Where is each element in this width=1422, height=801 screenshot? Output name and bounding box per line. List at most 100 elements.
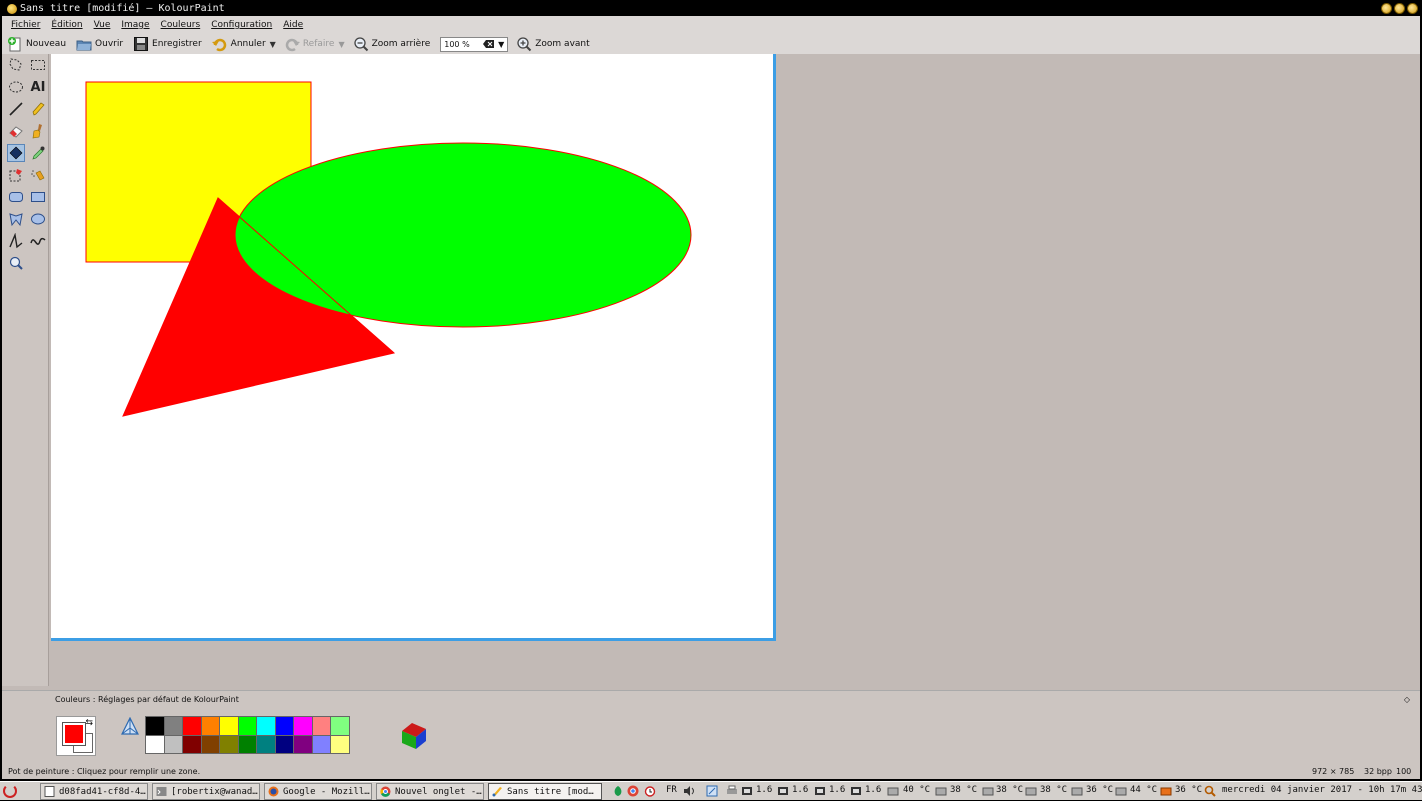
zoom-out-button[interactable]: Zoom arrière	[353, 35, 430, 53]
palette-swatch[interactable]	[146, 735, 165, 754]
maximize-icon[interactable]	[1394, 3, 1405, 14]
temperature: 38 °C	[950, 785, 978, 795]
task-item[interactable]: Nouvel onglet -…	[376, 783, 484, 800]
palette-swatch[interactable]	[275, 717, 294, 736]
palette-swatch[interactable]	[164, 735, 183, 754]
palette-swatch[interactable]	[294, 735, 313, 754]
menu-couleurs[interactable]: Couleurs	[161, 20, 201, 30]
zoom-in-icon	[517, 37, 532, 52]
brush-icon	[32, 124, 42, 139]
app-icon[interactable]	[7, 4, 17, 14]
ellipse-tool[interactable]	[29, 210, 47, 228]
panel-collapse-icon[interactable]: ◇	[1404, 695, 1410, 704]
palette-swatch[interactable]	[201, 717, 220, 736]
color-picker-tool[interactable]	[29, 144, 47, 162]
palette-swatch[interactable]	[312, 717, 331, 736]
start-menu-icon[interactable]	[3, 784, 17, 798]
keyboard-layout[interactable]: FR	[666, 785, 677, 795]
palette-swatch[interactable]	[164, 717, 183, 736]
rect-select-icon	[31, 60, 45, 70]
eraser-tool[interactable]	[7, 122, 25, 140]
save-button[interactable]: Enregistrer	[133, 35, 202, 53]
task-item[interactable]: Google - Mozill…	[264, 783, 372, 800]
firefox-icon	[268, 786, 279, 797]
clear-text-icon[interactable]	[483, 40, 495, 48]
color-eraser-tool[interactable]	[7, 166, 25, 184]
swap-colors-icon[interactable]: ⇆	[85, 718, 93, 728]
palette-swatch[interactable]	[257, 717, 276, 736]
title-bar[interactable]: Sans titre [modifié] – KolourPaint	[2, 2, 1420, 16]
printer-icon[interactable]	[726, 785, 738, 797]
curve-tool[interactable]	[29, 232, 47, 250]
redo-dropdown-icon[interactable]: ▼	[338, 40, 344, 49]
palette-swatch[interactable]	[183, 735, 202, 754]
temperature: 38 °C	[996, 785, 1024, 795]
cpu-load: 1.6	[829, 785, 846, 795]
menu-configuration[interactable]: Configuration	[211, 20, 272, 30]
palette-swatch[interactable]	[183, 717, 202, 736]
palette-swatch[interactable]	[312, 735, 331, 754]
zoom-tool[interactable]	[7, 254, 25, 272]
redo-button[interactable]: Refaire	[284, 35, 334, 53]
menu-aide[interactable]: Aide	[283, 20, 303, 30]
leaf-icon[interactable]	[612, 785, 624, 797]
zoom-out-icon	[353, 37, 368, 52]
zoom-dropdown-icon[interactable]: ▼	[498, 40, 504, 49]
rounded-rect-tool[interactable]	[7, 188, 25, 206]
spraycan-tool[interactable]	[29, 166, 47, 184]
palette-swatch[interactable]	[238, 735, 257, 754]
polyline-tool[interactable]	[7, 232, 25, 250]
palette-swatch[interactable]	[238, 717, 257, 736]
brush-tool[interactable]	[29, 122, 47, 140]
fg-bg-color-box[interactable]: ⇆	[56, 716, 96, 756]
polyline-icon	[9, 233, 23, 249]
palette-swatch[interactable]	[257, 735, 276, 754]
menu-fichier[interactable]: Fichier	[11, 20, 40, 30]
menu-edition[interactable]: Édition	[51, 20, 82, 30]
palette-swatch[interactable]	[220, 717, 239, 736]
undo-dropdown-icon[interactable]: ▼	[270, 40, 276, 49]
task-item-active[interactable]: Sans titre [mod…	[488, 783, 602, 800]
alarm-clock-icon[interactable]	[644, 785, 656, 797]
undo-button[interactable]: Annuler	[211, 35, 266, 53]
free-select-tool[interactable]	[7, 56, 25, 74]
volume-icon[interactable]	[683, 785, 695, 797]
palette-swatch[interactable]	[331, 717, 350, 736]
minimize-icon[interactable]	[1381, 3, 1392, 14]
palette-swatch[interactable]	[146, 717, 165, 736]
transparent-color-icon[interactable]	[120, 717, 140, 737]
zoom-combo[interactable]: 100 % ▼	[440, 36, 509, 52]
zoom-in-button[interactable]: Zoom avant	[516, 35, 590, 53]
line-tool[interactable]	[7, 100, 25, 118]
rectangle-tool[interactable]	[29, 188, 47, 206]
new-button[interactable]: Nouveau	[7, 35, 66, 53]
polygon-tool[interactable]	[7, 210, 25, 228]
palette-swatch[interactable]	[275, 735, 294, 754]
hdd-temp-icon	[1115, 787, 1127, 796]
chrome-tray-icon[interactable]	[627, 785, 639, 797]
ellipse-select-tool[interactable]	[7, 78, 25, 96]
menu-image[interactable]: Image	[121, 20, 149, 30]
network-icon[interactable]	[706, 785, 718, 797]
canvas-background-area	[51, 641, 1420, 687]
palette-swatch[interactable]	[294, 717, 313, 736]
drawing-canvas[interactable]	[51, 54, 776, 641]
text-tool[interactable]: AI	[29, 78, 47, 96]
rect-select-tool[interactable]	[29, 56, 47, 74]
task-item[interactable]: [robertix@wanad…	[152, 783, 260, 800]
search-icon[interactable]	[1204, 785, 1216, 797]
palette-swatch[interactable]	[220, 735, 239, 754]
palette-swatch[interactable]	[331, 735, 350, 754]
temperature: 44 °C	[1130, 785, 1158, 795]
color-cube-icon[interactable]	[398, 719, 430, 751]
close-icon[interactable]	[1407, 3, 1418, 14]
undo-icon	[211, 38, 226, 52]
flood-fill-tool[interactable]	[7, 144, 25, 162]
pencil-tool[interactable]	[29, 100, 47, 118]
task-item[interactable]: d08fad41-cf8d-4…	[40, 783, 148, 800]
menu-vue[interactable]: Vue	[94, 20, 111, 30]
palette-swatch[interactable]	[201, 735, 220, 754]
open-button[interactable]: Ouvrir	[76, 35, 123, 53]
clock[interactable]: mercredi 04 janvier 2017 - 10h 17m 43s	[1222, 785, 1422, 795]
foreground-color-swatch[interactable]	[62, 722, 86, 746]
